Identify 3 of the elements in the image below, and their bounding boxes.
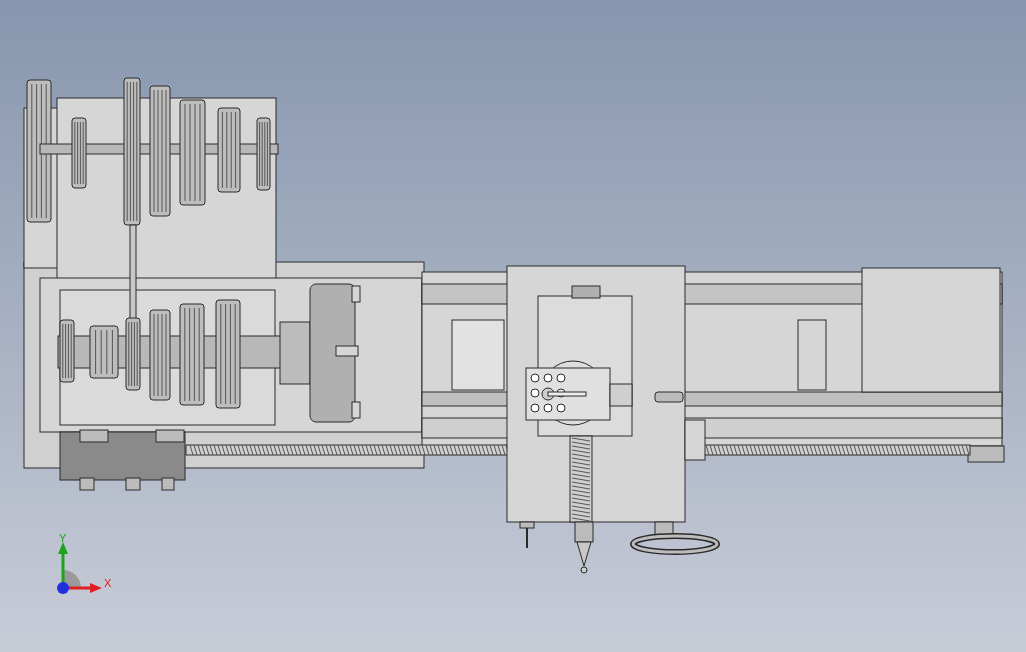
coordinate-triad-drawing: [57, 542, 102, 594]
y-axis-label: Y: [59, 532, 67, 544]
x-axis-label: X: [104, 577, 112, 589]
